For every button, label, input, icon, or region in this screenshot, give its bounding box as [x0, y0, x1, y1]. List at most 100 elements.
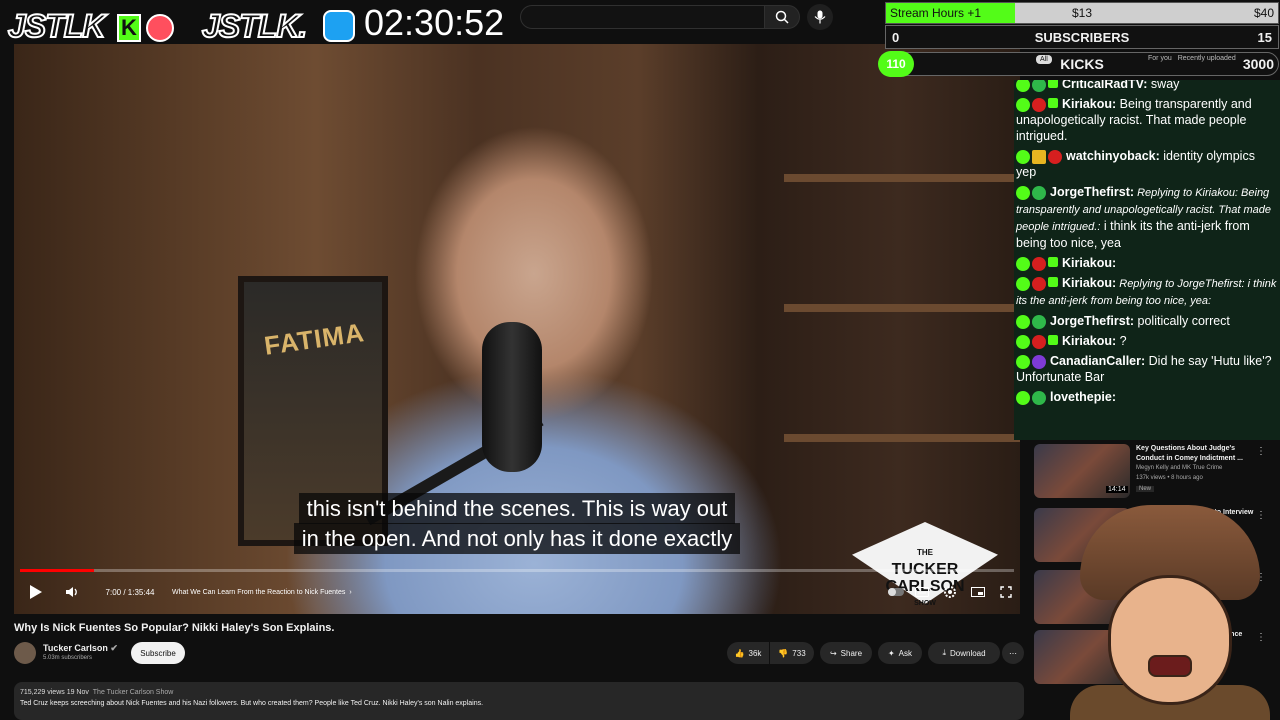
- channel-name[interactable]: Tucker Carlson ✔: [43, 643, 118, 654]
- share-button[interactable]: ↪ Share: [820, 642, 872, 664]
- chat-message: Kiriakou:: [1014, 253, 1280, 273]
- time-display: 7:00 / 1:35:44: [105, 587, 155, 597]
- chat-username[interactable]: Kiriakou:: [1062, 276, 1116, 290]
- settings-button[interactable]: [936, 585, 964, 599]
- search-input[interactable]: [520, 5, 764, 29]
- fullscreen-button[interactable]: [992, 586, 1020, 598]
- miniplayer-button[interactable]: [964, 587, 992, 597]
- thumbs-up-icon: 👍: [734, 648, 745, 658]
- chat-message: lovethepie:: [1014, 387, 1280, 407]
- dislike-button[interactable]: 👎 733: [770, 642, 814, 664]
- chat-text: sway: [1147, 80, 1180, 91]
- captions-icon: [915, 587, 929, 597]
- chat-text: ?: [1116, 334, 1127, 348]
- chat-badges: [1016, 149, 1062, 164]
- video-player[interactable]: FATIMA this isn't behind the scenes. Thi…: [14, 44, 1020, 614]
- chat-message: Kiriakou: Replying to JorgeThefirst: i t…: [1014, 273, 1280, 311]
- chat-username[interactable]: Kiriakou:: [1062, 97, 1116, 111]
- chat-message: JorgeThefirst: politically correct: [1014, 311, 1280, 331]
- kicks-goal-target: 3000: [1242, 56, 1274, 72]
- kick-badge-icon: [1016, 334, 1030, 349]
- gear-icon: [944, 586, 956, 598]
- more-actions-button[interactable]: ⋯: [1002, 642, 1024, 664]
- like-button[interactable]: 👍 36k: [727, 642, 769, 664]
- red-badge-icon: [1032, 276, 1046, 291]
- channel-avatar[interactable]: [14, 642, 36, 664]
- volume-button[interactable]: [58, 586, 86, 598]
- microphone: [482, 322, 542, 472]
- chat-message: watchinyoback: identity olympics yep: [1014, 146, 1280, 182]
- video-title: Why Is Nick Fuentes So Popular? Nikki Ha…: [14, 622, 335, 634]
- goal-bar: Stream Hours +1 $13 $40: [885, 2, 1279, 24]
- goal-current: $13: [1072, 6, 1093, 20]
- subscriber-goal: 0 SUBSCRIBERS 15: [885, 25, 1279, 49]
- filter-tab[interactable]: Recently uploaded: [1178, 55, 1236, 62]
- download-button[interactable]: ⤓ Download: [928, 642, 1000, 664]
- chat-message: Kiriakou: ?: [1014, 331, 1280, 351]
- play-button[interactable]: [14, 584, 58, 600]
- chapter-label: What We Can Learn From the Reaction to N…: [172, 588, 346, 596]
- red-badge-icon: [1032, 334, 1046, 349]
- progress-bar[interactable]: [20, 569, 1014, 572]
- chevron-right-icon: ›: [349, 588, 352, 596]
- chat-username[interactable]: Kiriakou:: [1062, 256, 1116, 270]
- chat-badges: [1016, 97, 1058, 112]
- chat-message: CriticalRadTV: sway: [1014, 80, 1280, 94]
- subscribe-button[interactable]: Subscribe: [131, 642, 185, 664]
- autoplay-toggle[interactable]: [884, 588, 908, 596]
- chat-message: JorgeThefirst: Replying to Kiriakou: Bei…: [1014, 182, 1280, 253]
- chat-badges: [1016, 276, 1058, 291]
- chat-username[interactable]: JorgeThefirst:: [1050, 185, 1134, 199]
- toggle-icon: [888, 588, 904, 596]
- progress-played: [20, 569, 94, 572]
- sub-badge-icon: [1048, 256, 1058, 267]
- kick-badge-icon: [1016, 185, 1030, 200]
- brand-logo-left: JSTLK: [7, 7, 106, 45]
- subs-label: SUBSCRIBERS: [1034, 30, 1130, 45]
- channel-row: Tucker Carlson ✔ 5.03m subscribers Subsc…: [14, 640, 1024, 666]
- chat-username[interactable]: JorgeThefirst:: [1050, 314, 1134, 328]
- subs-goal: 15: [1257, 30, 1272, 45]
- chat-badges: [1016, 185, 1046, 200]
- chat-username[interactable]: CanadianCaller:: [1050, 354, 1145, 368]
- voice-search-button[interactable]: [807, 4, 833, 30]
- stream-stats: Stream Hours +1 $13 $40 0 SUBSCRIBERS 15…: [878, 0, 1279, 80]
- more-vertical-icon[interactable]: ⋮: [1256, 446, 1266, 457]
- chat-username[interactable]: watchinyoback:: [1066, 149, 1160, 163]
- kick-badge-icon: [1016, 276, 1030, 291]
- chapter-title[interactable]: What We Can Learn From the Reaction to N…: [164, 589, 352, 596]
- play-icon: [30, 585, 42, 599]
- red-badge-icon: [1048, 149, 1062, 164]
- stream-hours-label: Stream Hours +1: [890, 6, 982, 20]
- chat-username[interactable]: CriticalRadTV:: [1062, 80, 1147, 91]
- sparkle-icon: ✦: [887, 648, 895, 658]
- chat-badges: [1016, 354, 1046, 369]
- search-button[interactable]: [764, 5, 800, 29]
- description-box[interactable]: 715,229 views 19 Nov The Tucker Carlson …: [14, 682, 1024, 720]
- kick-icon: K: [117, 14, 141, 42]
- show-link[interactable]: The Tucker Carlson Show: [93, 689, 174, 696]
- goal-target: $40: [1253, 6, 1274, 20]
- new-badge: New: [1136, 486, 1155, 492]
- chat-badges: [1016, 334, 1058, 349]
- download-icon: ⤓: [942, 648, 946, 657]
- green-badge-icon: [1032, 185, 1046, 200]
- ask-button[interactable]: ✦ Ask: [878, 642, 922, 664]
- chat-username[interactable]: Kiriakou:: [1062, 334, 1116, 348]
- kick-badge-icon: [1016, 354, 1030, 369]
- views-date: 715,229 views 19 Nov: [20, 689, 89, 696]
- caption-line-1: this isn't behind the scenes. This is wa…: [14, 493, 1020, 524]
- kick-badge-icon: [1016, 97, 1030, 112]
- chat-badges: [1016, 314, 1046, 329]
- chat-badges: [1016, 256, 1058, 271]
- filter-tab[interactable]: For you: [1148, 55, 1172, 62]
- kick-badge-icon: [1016, 390, 1030, 405]
- thumbs-down-icon: 👎: [778, 648, 789, 658]
- avatar-mouth: [1148, 655, 1192, 677]
- chat-username[interactable]: lovethepie:: [1050, 390, 1116, 404]
- recommended-video[interactable]: 14:14 Key Questions About Judge's Conduc…: [1034, 444, 1280, 500]
- fullscreen-icon: [1000, 586, 1012, 598]
- captions-button[interactable]: [908, 587, 936, 597]
- sub-badge-icon: [1048, 80, 1058, 88]
- description-text: Ted Cruz keeps screeching about Nick Fue…: [20, 700, 484, 707]
